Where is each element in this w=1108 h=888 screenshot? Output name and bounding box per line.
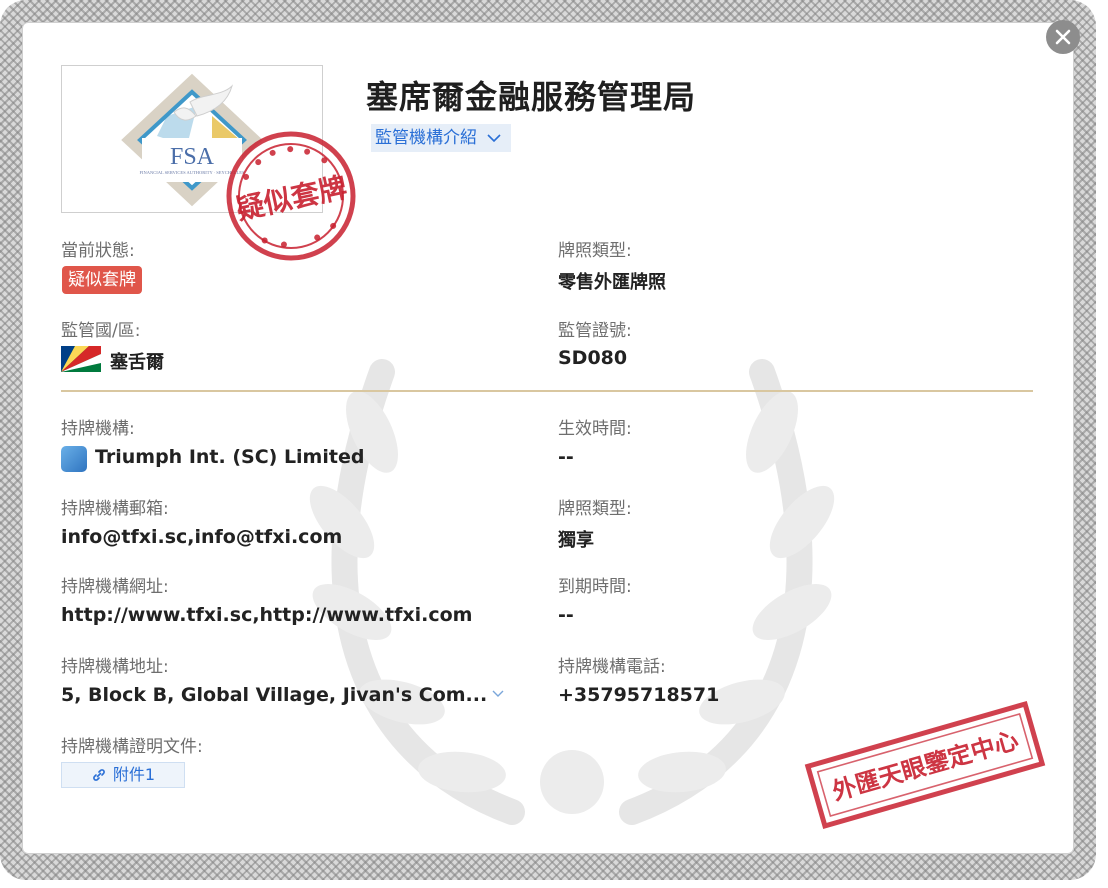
- license-number-value: SD080: [558, 347, 628, 369]
- org-website-value[interactable]: http://www.tfxi.sc,http://www.tfxi.com: [61, 604, 472, 626]
- license-type-label: 牌照類型:: [558, 241, 632, 261]
- regulator-intro-dropdown[interactable]: 監管機構介紹: [371, 124, 511, 152]
- region-label: 監管國/區:: [61, 321, 141, 341]
- status-badge: 疑似套牌: [62, 266, 142, 294]
- close-icon: [1055, 29, 1071, 45]
- effective-date-value: --: [558, 446, 574, 468]
- intro-label: 監管機構介紹: [375, 128, 477, 148]
- org-address-value: 5, Block B, Global Village, Jivan's Com.…: [61, 684, 488, 706]
- license-type2-value: 獨享: [558, 530, 594, 551]
- region-value: 塞舌爾: [110, 352, 164, 373]
- documents-label: 持牌機構證明文件:: [61, 737, 203, 757]
- expiry-date-label: 到期時間:: [558, 577, 632, 597]
- org-phone-label: 持牌機構電話:: [558, 657, 666, 677]
- org-website-label: 持牌機構網址:: [61, 577, 169, 597]
- section-divider: [61, 390, 1033, 392]
- license-type2-label: 牌照類型:: [558, 499, 632, 519]
- licensed-org-value[interactable]: Triumph Int. (SC) Limited: [95, 446, 364, 468]
- attachment-link[interactable]: 附件1: [61, 762, 185, 788]
- attachment-label: 附件1: [112, 765, 156, 784]
- org-address-label: 持牌機構地址:: [61, 657, 169, 677]
- status-label: 當前狀態:: [61, 241, 135, 261]
- close-button[interactable]: [1046, 20, 1080, 54]
- chevron-down-icon: [492, 690, 504, 697]
- org-email-label: 持牌機構郵箱:: [61, 499, 169, 519]
- license-type-value: 零售外匯牌照: [558, 272, 666, 293]
- org-phone-value: +35795718571: [558, 684, 720, 706]
- org-email-value: info@tfxi.sc,info@tfxi.com: [61, 526, 343, 548]
- effective-date-label: 生效時間:: [558, 419, 632, 439]
- logo-text: FSA: [170, 144, 215, 170]
- verification-stamp-text: 外匯天眼鑒定中心: [829, 726, 1021, 806]
- license-number-label: 監管證號:: [558, 321, 632, 341]
- link-icon: [93, 769, 105, 781]
- company-icon: [61, 446, 87, 472]
- suspected-clone-stamp: 疑似套牌: [226, 131, 356, 261]
- stamp-text: 疑似套牌: [233, 171, 349, 227]
- expiry-date-value: --: [558, 604, 574, 626]
- address-expand-toggle[interactable]: [492, 686, 504, 702]
- seychelles-flag-icon: [61, 346, 101, 372]
- page-title: 塞席爾金融服務管理局: [366, 78, 697, 116]
- verification-center-stamp: 外匯天眼鑒定中心: [804, 700, 1046, 830]
- licensed-org-label: 持牌機構:: [61, 419, 135, 439]
- chevron-down-icon: [487, 134, 501, 143]
